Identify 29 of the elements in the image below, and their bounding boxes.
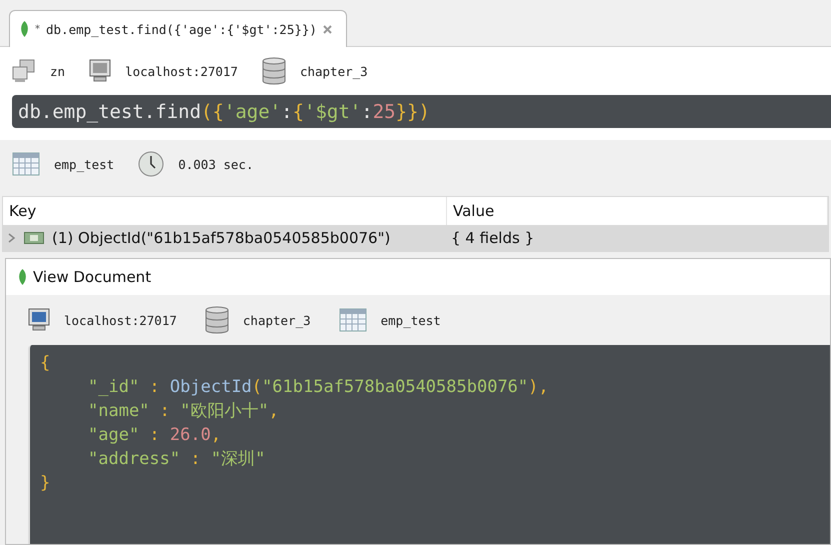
document-editor[interactable]: { "_id" : ObjectId("61b15af578ba0540585b0076"), "name" : "欧阳小十", "age" : 26.0, "address" : "深圳" }: [28, 345, 830, 544]
value-cell: { 4 fields }: [451, 229, 534, 247]
server-label: localhost:27017: [64, 312, 177, 328]
computers-icon: [12, 59, 36, 83]
monitor-icon: [89, 59, 112, 83]
table-icon: [12, 152, 40, 176]
id-icon: [24, 232, 44, 244]
server-label: localhost:27017: [125, 64, 238, 78]
result-row[interactable]: (1) ObjectId("61b15af578ba0540585b0076") { 4 fields }: [3, 225, 828, 251]
database-label: chapter_3: [300, 64, 368, 78]
leaf-icon: [20, 21, 29, 37]
close-icon[interactable]: [322, 24, 332, 34]
tab-title: db.emp_test.find({'age':{'$gt':25}}): [46, 22, 317, 36]
modified-mark: *: [35, 24, 40, 34]
query-tab[interactable]: * db.emp_test.find({'age':{'$gt':25}}): [9, 10, 347, 47]
query-editor[interactable]: db.emp_test.find({'age':{'$gt':25}}): [12, 95, 831, 128]
database-icon: [262, 57, 286, 85]
collection-label: emp_test: [54, 156, 114, 172]
key-cell: (1) ObjectId("61b15af578ba0540585b0076"): [52, 229, 390, 247]
leaf-icon: [18, 269, 27, 285]
monitor-icon: [28, 308, 50, 332]
database-icon: [204, 306, 229, 334]
table-icon: [338, 308, 367, 332]
collection-label: emp_test: [380, 312, 441, 328]
user-label: zn: [50, 64, 66, 78]
dialog-title: View Document: [33, 268, 152, 286]
time-label: 0.003 sec.: [178, 156, 254, 172]
database-label: chapter_3: [242, 312, 311, 328]
clock-icon: [138, 151, 164, 177]
